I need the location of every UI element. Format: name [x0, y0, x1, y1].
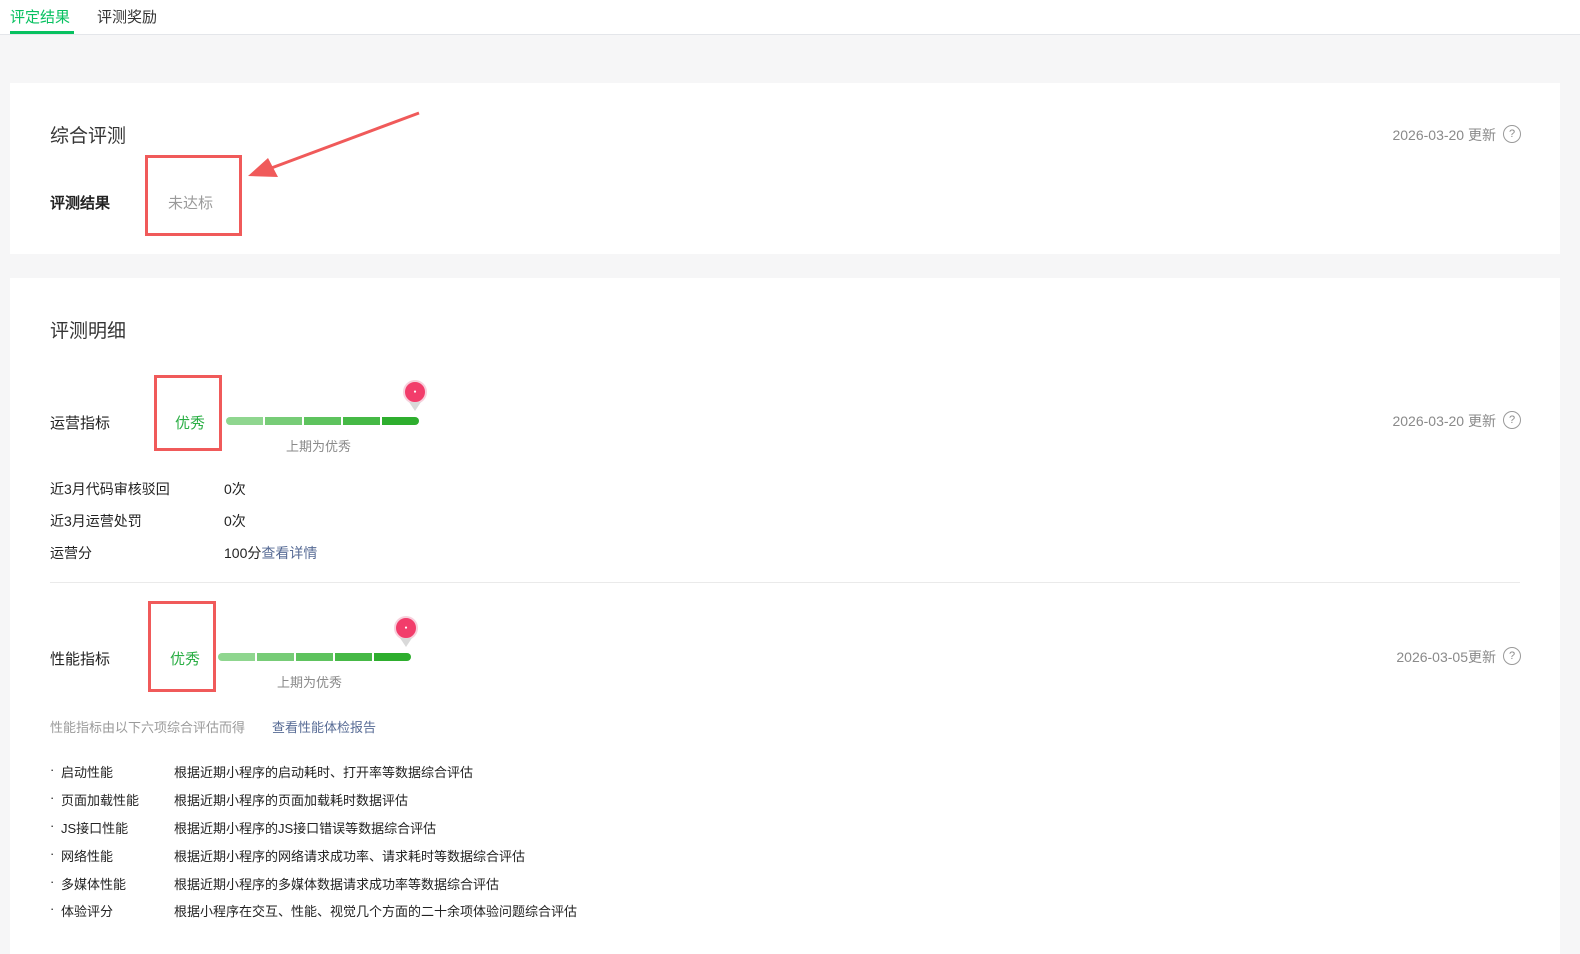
arrow-icon	[248, 111, 420, 177]
arrow-shaft	[265, 111, 420, 172]
